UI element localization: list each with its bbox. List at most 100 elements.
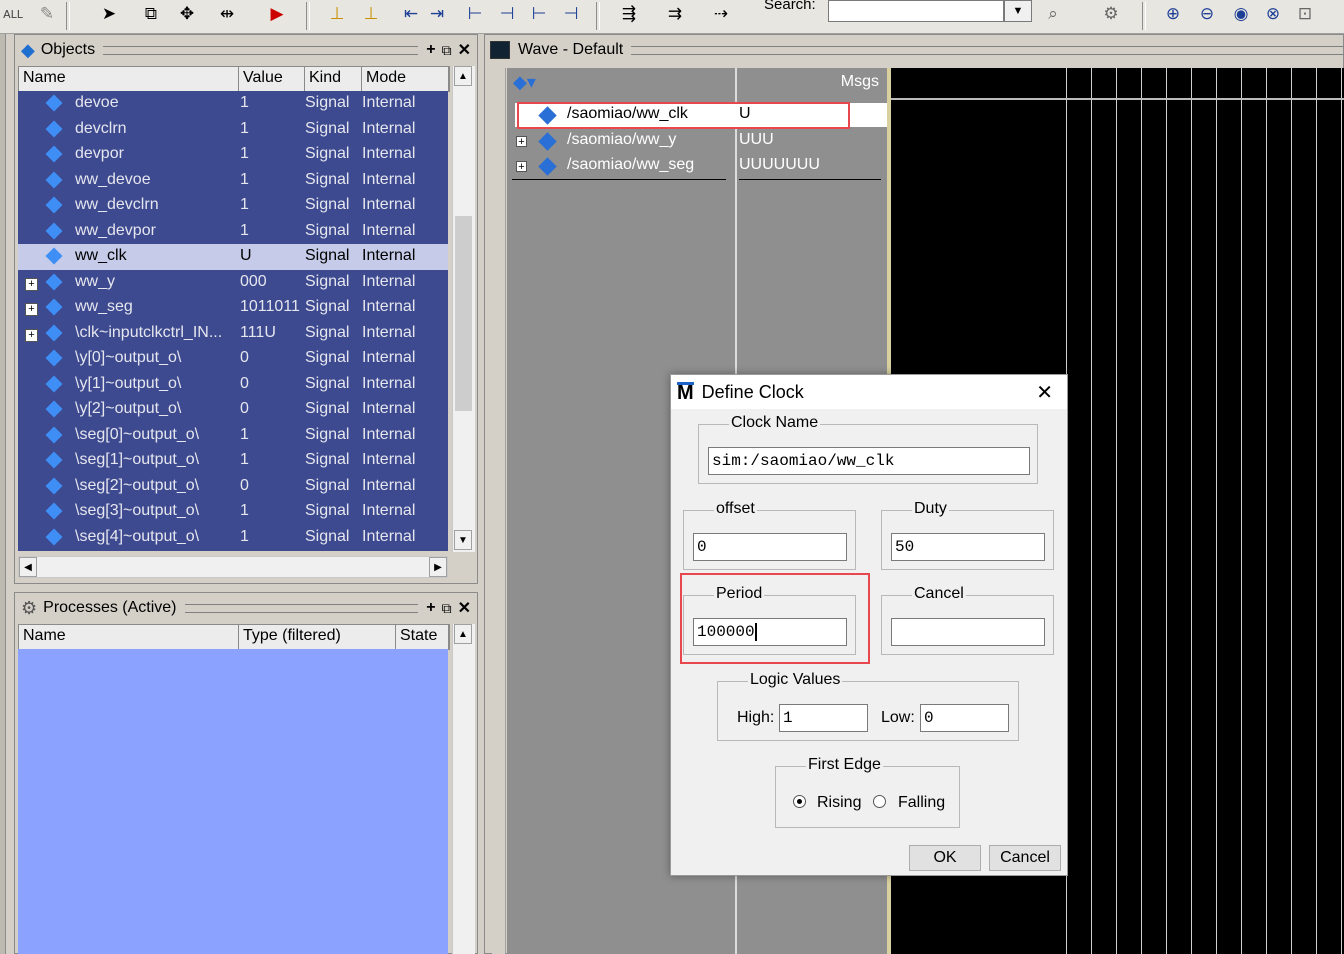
objects-pane-titlebar: ◆ Objects + ⧉ ✕ — [15, 35, 477, 65]
pane-grip[interactable] — [184, 603, 419, 613]
object-row[interactable]: + ww_seg 1011011 Signal Internal — [18, 295, 448, 321]
undock-icon[interactable]: ⧉ — [442, 42, 452, 59]
search-options-icon[interactable]: ⌕ — [1040, 2, 1066, 26]
find-icon[interactable]: ⚙ — [1098, 2, 1124, 26]
search-input[interactable] — [828, 0, 1004, 22]
close-icon[interactable]: ✕ — [1036, 380, 1053, 405]
find-edge-4-icon[interactable]: ⊣ — [558, 2, 584, 26]
low-input[interactable]: 0 — [920, 704, 1009, 732]
zoom-in-icon[interactable]: ⊕ — [1160, 2, 1186, 26]
object-row[interactable]: devclrn 1 Signal Internal — [18, 117, 448, 143]
object-row[interactable]: ww_devoe 1 Signal Internal — [18, 168, 448, 194]
cancel-button[interactable]: Cancel — [989, 845, 1061, 871]
objects-vertical-scrollbar[interactable]: ▲ ▼ — [452, 66, 475, 552]
duty-input[interactable]: 50 — [891, 533, 1045, 561]
find-edge-2-icon[interactable]: ⊣ — [494, 2, 520, 26]
step-icon[interactable]: ⇶ — [616, 2, 642, 26]
zoom-cursor-icon[interactable]: ⊗ — [1260, 2, 1286, 26]
pane-grip[interactable] — [631, 45, 1344, 55]
object-row[interactable]: \seg[0]~output_o\ 1 Signal Internal — [18, 423, 448, 449]
pane-grip[interactable] — [103, 45, 419, 55]
object-row[interactable]: \seg[1]~output_o\ 1 Signal Internal — [18, 448, 448, 474]
signal-icon — [45, 375, 63, 392]
cancel-input[interactable] — [891, 618, 1045, 646]
scroll-right-icon[interactable]: ▶ — [429, 557, 447, 577]
pencil-icon[interactable]: ✎ — [34, 2, 60, 26]
clock-name-input[interactable]: sim:/saomiao/ww_clk — [708, 447, 1030, 475]
zoom-full-icon[interactable]: ◉ — [1228, 2, 1254, 26]
pan-icon[interactable]: ✥ — [174, 2, 200, 26]
breakpoint-icon[interactable]: ▶ — [264, 2, 290, 26]
object-mode: Internal — [362, 94, 416, 111]
object-row[interactable]: devpor 1 Signal Internal — [18, 142, 448, 168]
zoom-out-icon[interactable]: ⊖ — [1194, 2, 1220, 26]
expand-icon[interactable]: + — [516, 135, 527, 147]
object-row[interactable]: + ww_y 000 Signal Internal — [18, 270, 448, 296]
falling-label[interactable]: Falling — [898, 794, 945, 812]
column-type[interactable]: Type (filtered) — [239, 625, 396, 649]
object-row[interactable]: \seg[3]~output_o\ 1 Signal Internal — [18, 499, 448, 525]
scroll-up-icon[interactable]: ▲ — [454, 624, 472, 644]
object-value: 1 — [240, 196, 249, 213]
scroll-down-icon[interactable]: ▼ — [454, 530, 472, 550]
column-mode[interactable]: Mode — [362, 67, 449, 91]
object-value: 1 — [240, 145, 249, 162]
object-row[interactable]: ww_clk U Signal Internal — [18, 244, 448, 270]
step-over-icon[interactable]: ⇉ — [662, 2, 688, 26]
find-edge-1-icon[interactable]: ⊢ — [462, 2, 488, 26]
object-row[interactable]: \seg[4]~output_o\ 1 Signal Internal — [18, 525, 448, 551]
column-value[interactable]: Value — [239, 67, 305, 91]
object-row[interactable]: \y[0]~output_o\ 0 Signal Internal — [18, 346, 448, 372]
object-row[interactable]: \seg[2]~output_o\ 0 Signal Internal — [18, 474, 448, 500]
expand-icon[interactable]: + — [25, 303, 38, 316]
column-kind[interactable]: Kind — [305, 67, 362, 91]
close-icon[interactable]: ✕ — [458, 598, 471, 618]
zoom-region-icon[interactable]: ⊡ — [1292, 2, 1318, 26]
scroll-up-icon[interactable]: ▲ — [454, 66, 472, 86]
object-row[interactable]: \y[2]~output_o\ 0 Signal Internal — [18, 397, 448, 423]
objects-horizontal-scrollbar[interactable]: ◀ ▶ — [18, 556, 448, 578]
expand-icon[interactable]: + — [25, 277, 38, 291]
rising-label[interactable]: Rising — [817, 794, 861, 812]
add-icon[interactable]: + — [426, 41, 435, 59]
column-name[interactable]: Name — [19, 67, 239, 91]
close-icon[interactable]: ✕ — [458, 40, 471, 60]
pointer-icon[interactable]: ➤ — [96, 2, 122, 26]
add-icon[interactable]: + — [426, 599, 435, 617]
all-icon[interactable]: ALL — [0, 2, 26, 26]
clock-name-label: Clock Name — [729, 414, 821, 432]
object-row[interactable]: devoe 1 Signal Internal — [18, 91, 448, 117]
wave-row-separator — [512, 179, 726, 180]
zoom-box-icon[interactable]: ⧉ — [138, 2, 164, 26]
processes-vertical-scrollbar[interactable]: ▲ — [452, 624, 475, 954]
wave-signal-name[interactable]: /saomiao/ww_y — [567, 131, 676, 149]
find-edge-3-icon[interactable]: ⊢ — [526, 2, 552, 26]
wave-signal-name[interactable]: /saomiao/ww_seg — [567, 156, 694, 174]
ok-button[interactable]: OK — [909, 845, 981, 871]
scroll-thumb[interactable] — [455, 216, 472, 411]
main-toolbar: ALL ✎ ➤ ⧉ ✥ ⇹ ▶ ⊥ ⊥ ⇤ ⇥ ⊢ ⊣ ⊢ ⊣ ⇶ ⇉ ⇢ Se… — [0, 0, 1344, 34]
object-row[interactable]: + \clk~inputclkctrl_IN... 111U Signal Intern… — [18, 321, 448, 347]
signal-format-icon[interactable]: ◆▾ — [513, 72, 536, 93]
prev-edge-icon[interactable]: ⇤ — [398, 2, 424, 26]
high-input[interactable]: 1 — [779, 704, 868, 732]
object-row[interactable]: ww_devclrn 1 Signal Internal — [18, 193, 448, 219]
rising-radio[interactable] — [793, 795, 806, 808]
scroll-left-icon[interactable]: ◀ — [19, 557, 37, 577]
edge-left-icon[interactable]: ⊥ — [324, 2, 350, 26]
column-state[interactable]: State — [396, 625, 449, 649]
search-dropdown-button[interactable]: ▼ — [1004, 0, 1032, 22]
column-name[interactable]: Name — [19, 625, 239, 649]
object-row[interactable]: \y[1]~output_o\ 0 Signal Internal — [18, 372, 448, 398]
low-label: Low: — [881, 709, 915, 726]
step-into-icon[interactable]: ⇢ — [708, 2, 734, 26]
offset-input[interactable]: 0 — [693, 533, 847, 561]
falling-radio[interactable] — [873, 795, 886, 808]
expand-icon[interactable]: + — [516, 161, 527, 173]
object-row[interactable]: ww_devpor 1 Signal Internal — [18, 219, 448, 245]
next-edge-icon[interactable]: ⇥ — [424, 2, 450, 26]
insert-cursor-icon[interactable]: ⇹ — [214, 2, 240, 26]
expand-icon[interactable]: + — [25, 328, 38, 342]
edge-right-icon[interactable]: ⊥ — [358, 2, 384, 26]
undock-icon[interactable]: ⧉ — [442, 600, 452, 617]
